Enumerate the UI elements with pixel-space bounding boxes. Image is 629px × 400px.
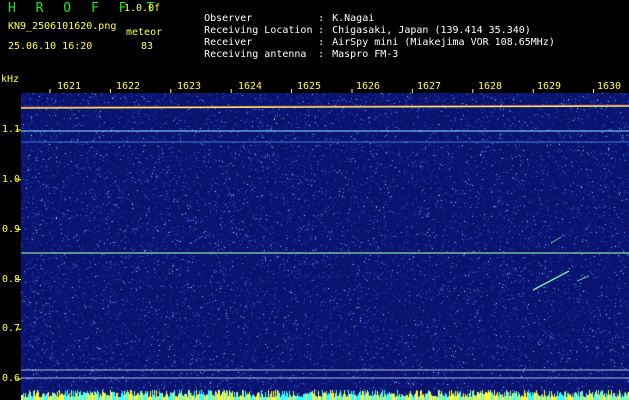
- meteor-streak: [532, 270, 570, 291]
- x-tick-label: 1621: [57, 81, 82, 92]
- meteor-streak: [576, 275, 590, 282]
- date-time: 25.06.10 16:20: [8, 41, 93, 52]
- info-key: Receiving antenna: [204, 49, 307, 60]
- y-tick-label: 0.9: [2, 224, 21, 235]
- y-tick-label: 1.0: [2, 174, 21, 185]
- info-row-antenna: Receiving antenna: Maspro FM-3: [204, 49, 399, 60]
- y-axis-unit: kHz: [1, 74, 20, 85]
- info-value: Maspro FM-3: [332, 49, 399, 60]
- x-tick-label: 1625: [297, 81, 322, 92]
- hroft-window: H R O F F T 1.0.0f KN9_2506101620.png me…: [0, 0, 629, 400]
- x-tick-label: 1626: [356, 81, 381, 92]
- x-tick-label: 1627: [417, 81, 442, 92]
- meteor-streak: [550, 236, 562, 244]
- x-tick-label: 1624: [238, 81, 263, 92]
- y-tick-label: 1.1: [2, 124, 21, 135]
- meteor-count: 83: [141, 41, 154, 52]
- x-tick-label: 1628: [478, 81, 503, 92]
- spectrogram-lines: [21, 104, 629, 379]
- app-version: 1.0.0f: [124, 3, 161, 14]
- x-tick-label: 1623: [177, 81, 202, 92]
- y-tick-label: 0.8: [2, 274, 21, 285]
- x-tick-label: 1622: [116, 81, 141, 92]
- y-tick-label: 0.6: [2, 373, 21, 384]
- x-tick-label: 1629: [537, 81, 562, 92]
- file-name: KN9_2506101620.png: [8, 21, 117, 32]
- y-tick-label: 0.7: [2, 323, 21, 334]
- x-tick-label: 1630: [597, 81, 622, 92]
- spectrogram: [21, 93, 629, 400]
- meteor-label: meteor: [126, 27, 163, 38]
